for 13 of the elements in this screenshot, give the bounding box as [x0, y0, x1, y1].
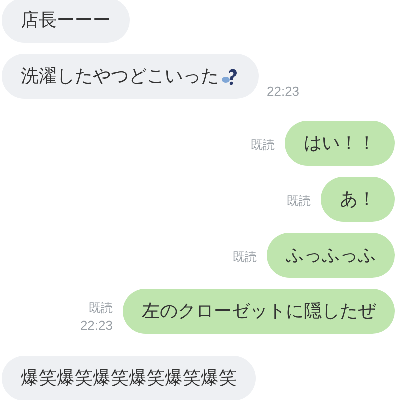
- message-bubble: ふっふっふ: [267, 233, 395, 278]
- message-bubble: はい！！: [285, 121, 395, 166]
- message-bubble: 洗濯したやつどこいった: [2, 54, 259, 99]
- message-bubble: 爆笑爆笑爆笑爆笑爆笑爆笑: [2, 356, 256, 400]
- message-bubble: 店長ーーー: [2, 0, 130, 43]
- read-status: 既読: [287, 193, 311, 210]
- read-status: 既読: [233, 249, 257, 266]
- read-status: 既読: [251, 137, 275, 154]
- message-time: 22:23: [267, 83, 300, 100]
- read-status: 既読: [89, 300, 113, 317]
- message-time: 22:23: [80, 317, 113, 334]
- message-bubble: 左のクローゼットに隠したぜ: [123, 289, 395, 334]
- message-bubble: あ！: [321, 177, 395, 222]
